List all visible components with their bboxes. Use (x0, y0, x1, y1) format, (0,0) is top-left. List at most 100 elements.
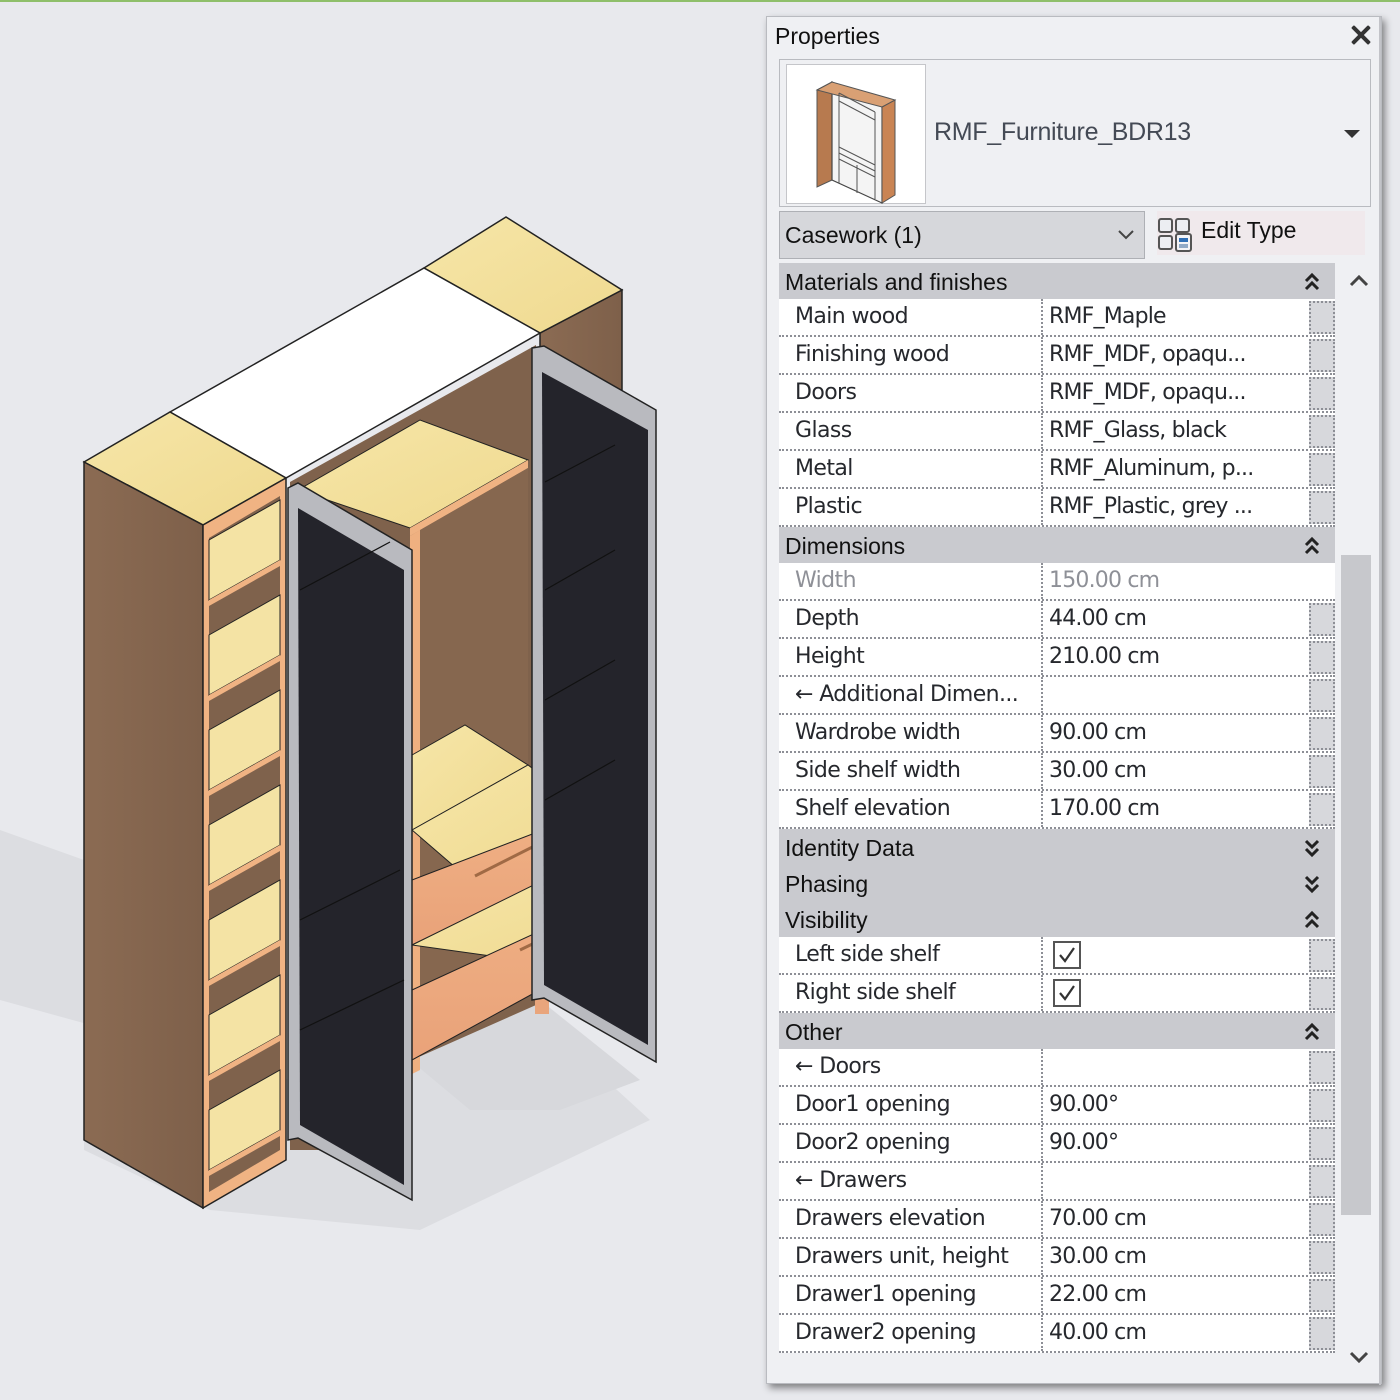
associate-parameter-button[interactable] (1309, 793, 1335, 826)
associate-parameter-button[interactable] (1309, 1203, 1335, 1236)
associate-parameter-button[interactable] (1309, 603, 1335, 636)
associate-parameter-button[interactable] (1309, 453, 1335, 486)
property-value[interactable]: RMF_Plastic, grey ... (1045, 489, 1307, 525)
collapse-group-icon[interactable] (1303, 271, 1321, 293)
property-value[interactable]: 40.00 cm (1045, 1315, 1307, 1351)
associate-parameter-button[interactable] (1309, 717, 1335, 750)
group-header-materials-and-finishes[interactable]: Materials and finishes (779, 263, 1335, 299)
group-header-visibility[interactable]: Visibility (779, 901, 1335, 937)
property-row: Drawer2 opening 40.00 cm (779, 1315, 1335, 1353)
property-row: ← Additional Dimen... (779, 677, 1335, 715)
associate-parameter-button[interactable] (1309, 377, 1335, 410)
property-value[interactable]: 90.00 cm (1045, 715, 1307, 751)
associate-parameter-button[interactable] (1309, 1279, 1335, 1312)
3d-viewport[interactable] (0, 2, 760, 1400)
property-value[interactable]: 22.00 cm (1045, 1277, 1307, 1313)
property-name: Drawers elevation (779, 1201, 1043, 1237)
group-header-identity-data[interactable]: Identity Data (779, 829, 1335, 865)
properties-panel: Properties RMF_Furniture_BDR13 Casework … (766, 16, 1382, 1385)
property-row: ← Drawers (779, 1163, 1335, 1201)
expand-group-icon[interactable] (1303, 873, 1321, 895)
type-name: RMF_Furniture_BDR13 (934, 118, 1191, 146)
property-name: ← Additional Dimen... (779, 677, 1043, 713)
property-name: Drawers unit, height (779, 1239, 1043, 1275)
associate-parameter-button[interactable] (1309, 939, 1335, 972)
property-value[interactable] (1045, 1049, 1307, 1085)
property-value[interactable]: RMF_Maple (1045, 299, 1307, 335)
edit-type-icon (1158, 218, 1192, 252)
close-icon[interactable] (1347, 21, 1375, 49)
property-value-cell (1045, 975, 1307, 1011)
property-name: Width (779, 563, 1043, 599)
associate-parameter-button[interactable] (1309, 679, 1335, 712)
property-name: Drawer2 opening (779, 1315, 1043, 1351)
group-label: Visibility (785, 907, 868, 933)
property-name: Door2 opening (779, 1125, 1043, 1161)
edit-type-button[interactable]: Edit Type (1157, 211, 1365, 255)
property-value-cell (1045, 937, 1307, 973)
scroll-down-icon[interactable] (1347, 1347, 1371, 1367)
property-value[interactable]: RMF_MDF, opaqu... (1045, 337, 1307, 373)
property-row: Drawers elevation 70.00 cm (779, 1201, 1335, 1239)
checkbox[interactable] (1053, 941, 1081, 969)
property-row: ← Doors (779, 1049, 1335, 1087)
property-row: Side shelf width 30.00 cm (779, 753, 1335, 791)
scrollbar-thumb[interactable] (1341, 555, 1371, 1215)
type-selector[interactable]: RMF_Furniture_BDR13 (779, 59, 1371, 207)
associate-parameter-button[interactable] (1309, 977, 1335, 1010)
property-value[interactable] (1045, 677, 1307, 713)
property-row: Left side shelf (779, 937, 1335, 975)
expand-group-icon[interactable] (1303, 837, 1321, 859)
associate-parameter-button[interactable] (1309, 1241, 1335, 1274)
property-value[interactable]: RMF_MDF, opaqu... (1045, 375, 1307, 411)
property-row: Wardrobe width 90.00 cm (779, 715, 1335, 753)
chevron-down-icon (1118, 230, 1134, 240)
associate-parameter-button[interactable] (1309, 491, 1335, 524)
property-name: Plastic (779, 489, 1043, 525)
associate-parameter-button[interactable] (1309, 641, 1335, 674)
property-row: Metal RMF_Aluminum, p... (779, 451, 1335, 489)
property-row: Depth 44.00 cm (779, 601, 1335, 639)
property-value[interactable]: 170.00 cm (1045, 791, 1307, 827)
associate-parameter-button[interactable] (1309, 301, 1335, 334)
vertical-scrollbar[interactable] (1341, 263, 1377, 1377)
property-name: Depth (779, 601, 1043, 637)
collapse-group-icon[interactable] (1303, 535, 1321, 557)
property-row: Door1 opening 90.00° (779, 1087, 1335, 1125)
scroll-up-icon[interactable] (1347, 271, 1371, 291)
associate-parameter-button[interactable] (1309, 755, 1335, 788)
group-header-other[interactable]: Other (779, 1013, 1335, 1049)
collapse-group-icon[interactable] (1303, 1021, 1321, 1043)
property-name: Side shelf width (779, 753, 1043, 789)
property-value[interactable]: RMF_Glass, black (1045, 413, 1307, 449)
property-value[interactable]: 30.00 cm (1045, 1239, 1307, 1275)
property-value[interactable]: RMF_Aluminum, p... (1045, 451, 1307, 487)
group-header-dimensions[interactable]: Dimensions (779, 527, 1335, 563)
associate-parameter-button[interactable] (1309, 339, 1335, 372)
right-door-glass (542, 372, 648, 1045)
property-name: ← Drawers (779, 1163, 1043, 1199)
property-name: Wardrobe width (779, 715, 1043, 751)
associate-parameter-button[interactable] (1309, 415, 1335, 448)
group-header-phasing[interactable]: Phasing (779, 865, 1335, 901)
property-value[interactable]: 70.00 cm (1045, 1201, 1307, 1237)
collapse-group-icon[interactable] (1303, 909, 1321, 931)
dropdown-caret-icon[interactable] (1344, 130, 1360, 138)
checkbox[interactable] (1053, 979, 1081, 1007)
property-value[interactable]: 44.00 cm (1045, 601, 1307, 637)
property-value[interactable]: 90.00° (1045, 1125, 1307, 1161)
associate-parameter-button[interactable] (1309, 1089, 1335, 1122)
associate-parameter-button[interactable] (1309, 1165, 1335, 1198)
property-value[interactable]: 90.00° (1045, 1087, 1307, 1123)
group-label: Identity Data (785, 835, 915, 861)
associate-parameter-button[interactable] (1309, 1051, 1335, 1084)
associate-parameter-button[interactable] (1309, 1317, 1335, 1350)
property-value[interactable] (1045, 1163, 1307, 1199)
category-filter-select[interactable]: Casework (1) (779, 211, 1145, 259)
property-value[interactable]: 30.00 cm (1045, 753, 1307, 789)
property-name: Finishing wood (779, 337, 1043, 373)
category-filter-value: Casework (1) (785, 222, 922, 248)
associate-parameter-button[interactable] (1309, 1127, 1335, 1160)
property-value[interactable]: 210.00 cm (1045, 639, 1307, 675)
property-row: Main wood RMF_Maple (779, 299, 1335, 337)
